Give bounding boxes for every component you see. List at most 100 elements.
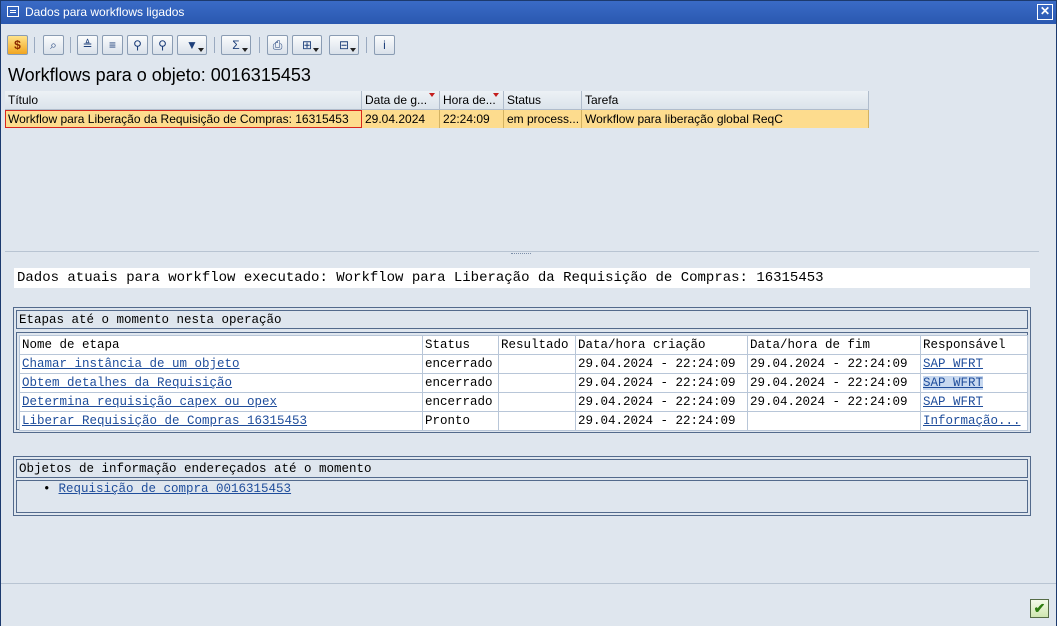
step-responsible-cell: SAP WFRT <box>920 354 1028 374</box>
step-link[interactable]: Obtem detalhes da Requisição <box>22 376 232 390</box>
print-icon[interactable]: ⎙ <box>267 35 288 55</box>
column-header-title[interactable]: Título <box>5 91 362 110</box>
workflow-log-icon[interactable]: $ <box>7 35 28 55</box>
column-header: Nome de etapa <box>19 335 423 355</box>
column-header: Data/hora de fim <box>747 335 921 355</box>
confirm-button[interactable]: ✔ <box>1030 599 1049 618</box>
window-icon <box>7 6 19 17</box>
objects-frame: Objetos de informação endereçados até o … <box>13 456 1031 516</box>
column-header: Data/hora criação <box>575 335 748 355</box>
step-created: 29.04.2024 - 22:24:09 <box>575 354 748 374</box>
step-link[interactable]: Chamar instância de um objeto <box>22 357 240 371</box>
toolbar: $ ⌕ ≜ ≡ ⚲ ⚲ ▼ Σ ⎙ ⊞ ⊟ i <box>5 33 1053 57</box>
dialog-window: Dados para workflows ligados ✕ $ ⌕ ≜ ≡ ⚲… <box>0 0 1057 626</box>
export-icon[interactable]: ⊞ <box>292 35 322 55</box>
sort-descending-icon[interactable]: ≡ <box>102 35 123 55</box>
responsible-link[interactable]: Informação... <box>923 414 1021 428</box>
step-ended: 29.04.2024 - 22:24:09 <box>747 392 921 412</box>
column-header: Resultado <box>498 335 576 355</box>
step-responsible-cell: SAP WFRT <box>920 392 1028 412</box>
sum-icon[interactable]: Σ <box>221 35 251 55</box>
workflow-grid: Título Data de g... Hora de... Status Ta… <box>5 91 1039 252</box>
toolbar-separator <box>259 37 260 53</box>
table-row[interactable]: Workflow para Liberação da Requisição de… <box>5 109 869 128</box>
column-header-status[interactable]: Status <box>503 91 582 110</box>
responsible-link[interactable]: SAP WFRT <box>923 395 983 409</box>
detail-heading: Dados atuais para workflow executado: Wo… <box>14 268 1030 288</box>
column-header-label: Hora de... <box>443 93 496 107</box>
step-created: 29.04.2024 - 22:24:09 <box>575 392 748 412</box>
title-bar: Dados para workflows ligados ✕ <box>1 1 1056 24</box>
step-name-cell: Liberar Requisição de Compras 16315453 <box>19 411 423 431</box>
window-title: Dados para workflows ligados <box>25 5 185 19</box>
detail-panel: Dados atuais para workflow executado: Wo… <box>5 259 1039 581</box>
table-row: Obtem detalhes da Requisição encerrado 2… <box>19 373 1028 393</box>
step-name-cell: Obtem detalhes da Requisição <box>19 373 423 393</box>
splitter-handle[interactable] <box>511 253 531 256</box>
step-ended <box>747 411 921 431</box>
step-created: 29.04.2024 - 22:24:09 <box>575 411 748 431</box>
toolbar-separator <box>214 37 215 53</box>
step-result <box>498 354 576 374</box>
column-header-label: Tarefa <box>585 93 619 107</box>
step-responsible-cell: Informação... <box>920 411 1028 431</box>
column-header-label: Status <box>507 93 542 107</box>
table-cell[interactable]: 29.04.2024 <box>361 109 440 128</box>
column-header-date[interactable]: Data de g... <box>361 91 440 110</box>
layout-icon[interactable]: ⊟ <box>329 35 359 55</box>
step-responsible-cell: SAP WFRT <box>920 373 1028 393</box>
objects-caption-frame: Objetos de informação endereçados até o … <box>16 459 1028 478</box>
table-cell[interactable]: 22:24:09 <box>439 109 504 128</box>
find-icon[interactable]: ⚲ <box>127 35 148 55</box>
sort-ascending-icon[interactable]: ≜ <box>77 35 98 55</box>
status-bar <box>1 583 1056 626</box>
step-status: encerrado <box>422 373 499 393</box>
sort-indicator-icon <box>429 93 435 97</box>
step-link[interactable]: Determina requisição capex ou opex <box>22 395 277 409</box>
step-link[interactable]: Liberar Requisição de Compras 16315453 <box>22 414 307 428</box>
step-name-cell: Chamar instância de um objeto <box>19 354 423 374</box>
step-name-cell: Determina requisição capex ou opex <box>19 392 423 412</box>
step-result <box>498 373 576 393</box>
sort-indicator-icon <box>493 93 499 97</box>
column-header-label: Data de g... <box>365 93 428 107</box>
column-header: Responsável <box>920 335 1028 355</box>
object-link[interactable]: Requisição de compra 0016315453 <box>59 482 292 496</box>
responsible-link[interactable]: SAP WFRT <box>923 376 984 390</box>
filter-icon[interactable]: ▼ <box>177 35 207 55</box>
find-next-icon[interactable]: ⚲ <box>152 35 173 55</box>
toolbar-separator <box>70 37 71 53</box>
step-created: 29.04.2024 - 22:24:09 <box>575 373 748 393</box>
step-status: Pronto <box>422 411 499 431</box>
step-result <box>498 411 576 431</box>
steps-frame: Etapas até o momento nesta operação Nome… <box>13 307 1031 433</box>
table-row: Determina requisição capex ou opex encer… <box>19 392 1028 412</box>
details-icon[interactable]: ⌕ <box>43 35 64 55</box>
column-header: Status <box>422 335 499 355</box>
table-row: Liberar Requisição de Compras 16315453 P… <box>19 411 1028 431</box>
step-ended: 29.04.2024 - 22:24:09 <box>747 354 921 374</box>
steps-header-row: Nome de etapa Status Resultado Data/hora… <box>19 335 1028 355</box>
bullet-icon: • <box>43 482 51 496</box>
column-header-label: Título <box>8 93 39 107</box>
steps-table: Nome de etapa Status Resultado Data/hora… <box>19 335 1028 431</box>
toolbar-separator <box>34 37 35 53</box>
step-status: encerrado <box>422 392 499 412</box>
info-icon[interactable]: i <box>374 35 395 55</box>
step-ended: 29.04.2024 - 22:24:09 <box>747 373 921 393</box>
table-cell[interactable]: Workflow para Liberação da Requisição de… <box>5 109 362 128</box>
status-bar-divider <box>1 583 1056 604</box>
column-header-task[interactable]: Tarefa <box>581 91 869 110</box>
list-item: • Requisição de compra 0016315453 <box>43 482 291 496</box>
table-cell[interactable]: Workflow para liberação global ReqC <box>581 109 869 128</box>
table-cell[interactable]: em process... <box>503 109 582 128</box>
column-header-time[interactable]: Hora de... <box>439 91 504 110</box>
step-status: encerrado <box>422 354 499 374</box>
close-icon[interactable]: ✕ <box>1037 4 1053 20</box>
steps-caption-frame: Etapas até o momento nesta operação <box>16 310 1028 329</box>
step-result <box>498 392 576 412</box>
steps-caption: Etapas até o momento nesta operação <box>19 313 282 327</box>
objects-caption: Objetos de informação endereçados até o … <box>19 462 372 476</box>
toolbar-separator <box>366 37 367 53</box>
responsible-link[interactable]: SAP WFRT <box>923 357 983 371</box>
